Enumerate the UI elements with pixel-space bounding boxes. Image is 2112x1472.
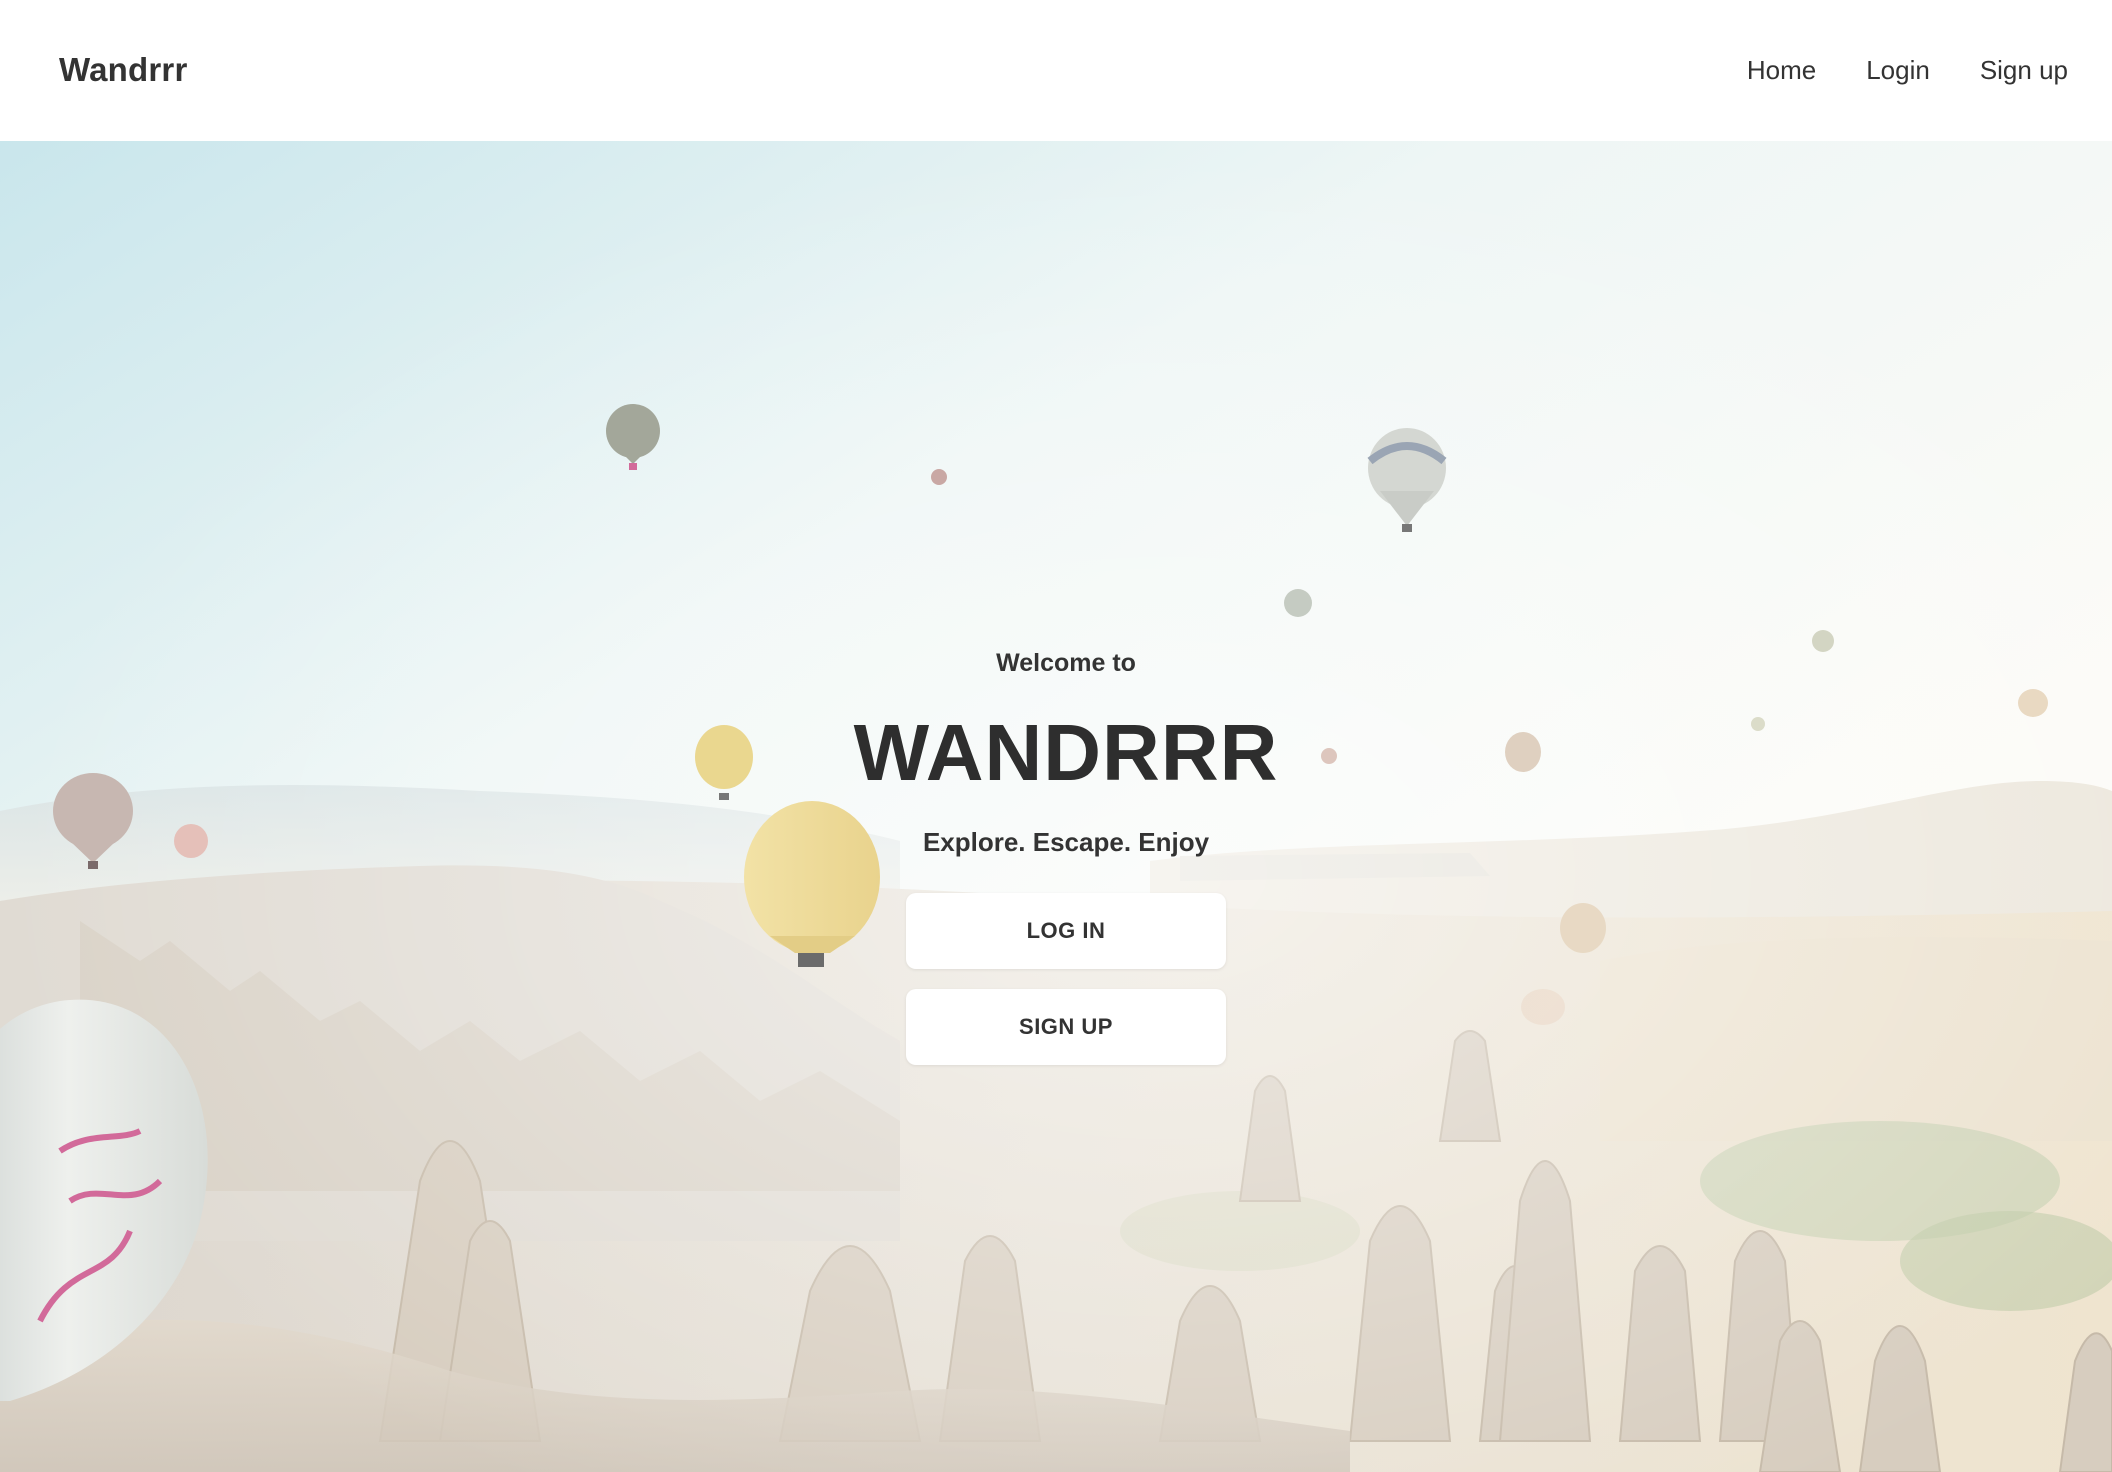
- welcome-text: Welcome to: [996, 649, 1136, 677]
- login-button[interactable]: LOG IN: [906, 893, 1226, 969]
- brand-logo[interactable]: Wandrrr: [59, 50, 188, 90]
- nav-link-login[interactable]: Login: [1866, 52, 1930, 88]
- nav-link-home[interactable]: Home: [1747, 52, 1816, 88]
- hero-section: Welcome to WANDRRR Explore. Escape. Enjo…: [0, 141, 2112, 1472]
- hero-content: Welcome to WANDRRR Explore. Escape. Enjo…: [0, 141, 2112, 1472]
- nav-links: Home Login Sign up: [1747, 52, 2068, 88]
- signup-button[interactable]: SIGN UP: [906, 989, 1226, 1065]
- navbar: Wandrrr Home Login Sign up: [0, 0, 2112, 141]
- hero-title: WANDRRR: [853, 708, 1279, 797]
- hero-tagline: Explore. Escape. Enjoy: [922, 827, 1210, 857]
- nav-link-signup[interactable]: Sign up: [1980, 52, 2068, 88]
